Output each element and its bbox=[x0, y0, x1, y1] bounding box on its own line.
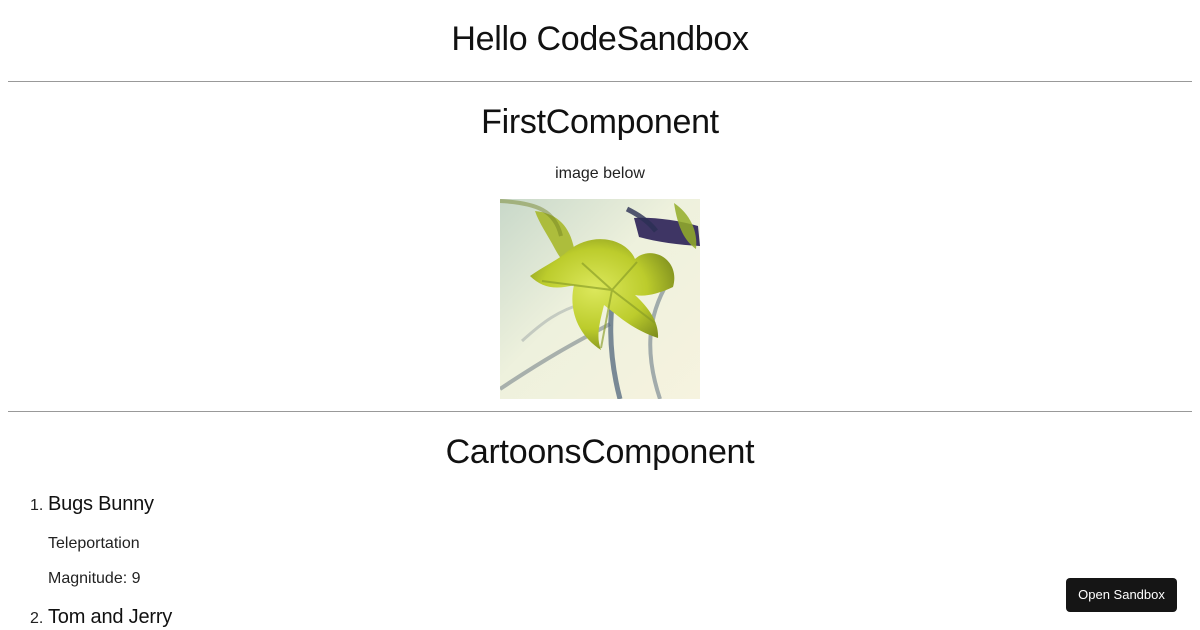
section-divider bbox=[8, 411, 1192, 412]
codesandbox-preview-page: Hello CodeSandbox FirstComponent image b… bbox=[0, 0, 1200, 630]
section-divider bbox=[8, 81, 1192, 82]
list-item-number: 2. bbox=[30, 610, 44, 627]
first-component-heading: FirstComponent bbox=[481, 103, 719, 141]
open-sandbox-button[interactable]: Open Sandbox bbox=[1066, 578, 1177, 612]
page-title: Hello CodeSandbox bbox=[451, 20, 749, 58]
cartoons-component-heading: CartoonsComponent bbox=[445, 433, 755, 471]
cartoon-power: Teleportation bbox=[48, 535, 140, 552]
leaf-image bbox=[500, 199, 700, 399]
cartoon-name: Tom and Jerry bbox=[48, 606, 173, 628]
cartoon-name: Bugs Bunny bbox=[48, 493, 154, 515]
cartoon-magnitude: Magnitude: 9 bbox=[48, 570, 141, 587]
list-item-number: 1. bbox=[30, 497, 44, 514]
image-caption: image below bbox=[555, 165, 645, 182]
